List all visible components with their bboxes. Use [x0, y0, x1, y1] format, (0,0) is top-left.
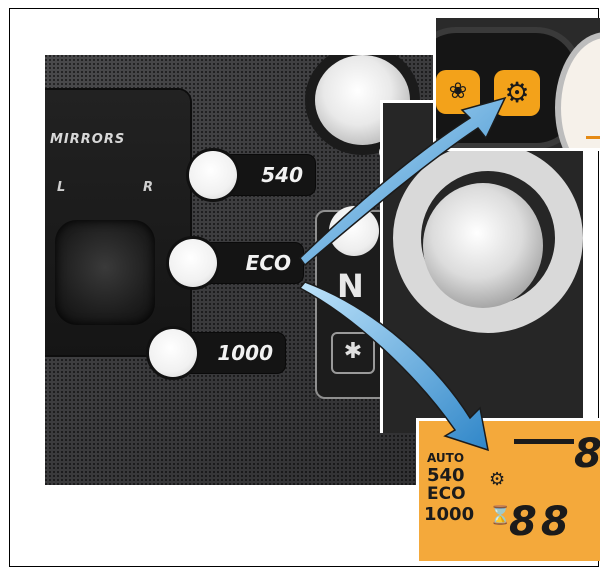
mirror-control-block: MIRRORS L R — [45, 90, 190, 355]
pto-gear-icon: ⚙ — [489, 469, 506, 490]
button-label: 540 — [261, 163, 303, 187]
mirror-right-label: R — [143, 180, 154, 195]
gear-icon[interactable]: ✱ — [331, 332, 375, 374]
rotary-knob[interactable] — [423, 183, 543, 308]
button-indicator — [149, 329, 197, 377]
gauge-needle — [586, 136, 600, 139]
button-indicator — [189, 151, 237, 199]
pto-fan-icon[interactable]: ❀ — [436, 70, 480, 114]
lcd-540-label: 540 — [427, 465, 465, 486]
neutral-label: N — [337, 267, 364, 305]
pto-eco-button[interactable]: ECO — [169, 239, 303, 287]
button-label: 1000 — [217, 341, 273, 365]
pto-540-button[interactable]: 540 — [189, 151, 315, 199]
lcd-display: AUTO 540 ECO 1000 ⚙ ⌛ 88 8 — [416, 418, 600, 561]
lcd-segment-bar — [514, 421, 574, 444]
lcd-1000-label: 1000 — [424, 504, 475, 525]
top-inset-photo: ❀ ⚙ — [433, 18, 600, 151]
button-indicator — [169, 239, 217, 287]
lcd-auto-label: AUTO — [427, 451, 465, 465]
button-label: ECO — [245, 251, 291, 275]
lcd-big-digits: 88 — [509, 499, 573, 545]
neutral-panel: N ✱ — [315, 206, 389, 399]
pto-1000-button[interactable]: 1000 — [149, 329, 285, 377]
mirrors-label: MIRRORS — [50, 132, 126, 147]
pto-gear-icon[interactable]: ⚙ — [494, 70, 540, 116]
lcd-top-digit: 8 — [574, 431, 600, 477]
neutral-indicator[interactable] — [329, 206, 379, 256]
mirror-joystick[interactable] — [55, 220, 155, 325]
lcd-eco-label: ECO — [427, 484, 466, 504]
mirror-left-label: L — [57, 180, 66, 195]
